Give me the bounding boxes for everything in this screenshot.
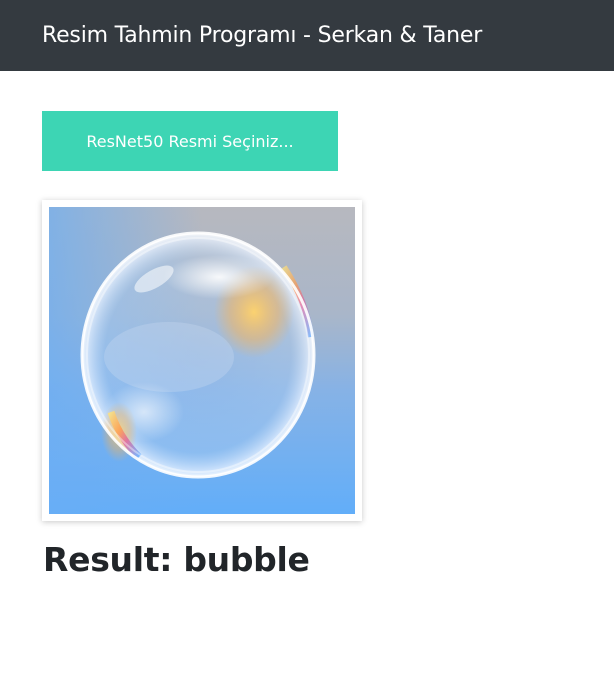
result-label: Result: [43,540,184,579]
navbar: Resim Tahmin Programı - Serkan & Taner [0,0,614,71]
result-value: bubble [183,540,310,579]
choose-image-button[interactable]: ResNet50 Resmi Seçiniz... [42,111,338,171]
result-heading: Result: bubble [43,540,310,579]
app-title: Resim Tahmin Programı - Serkan & Taner [42,23,483,48]
bubble-photo [49,207,355,514]
image-preview [42,200,362,521]
